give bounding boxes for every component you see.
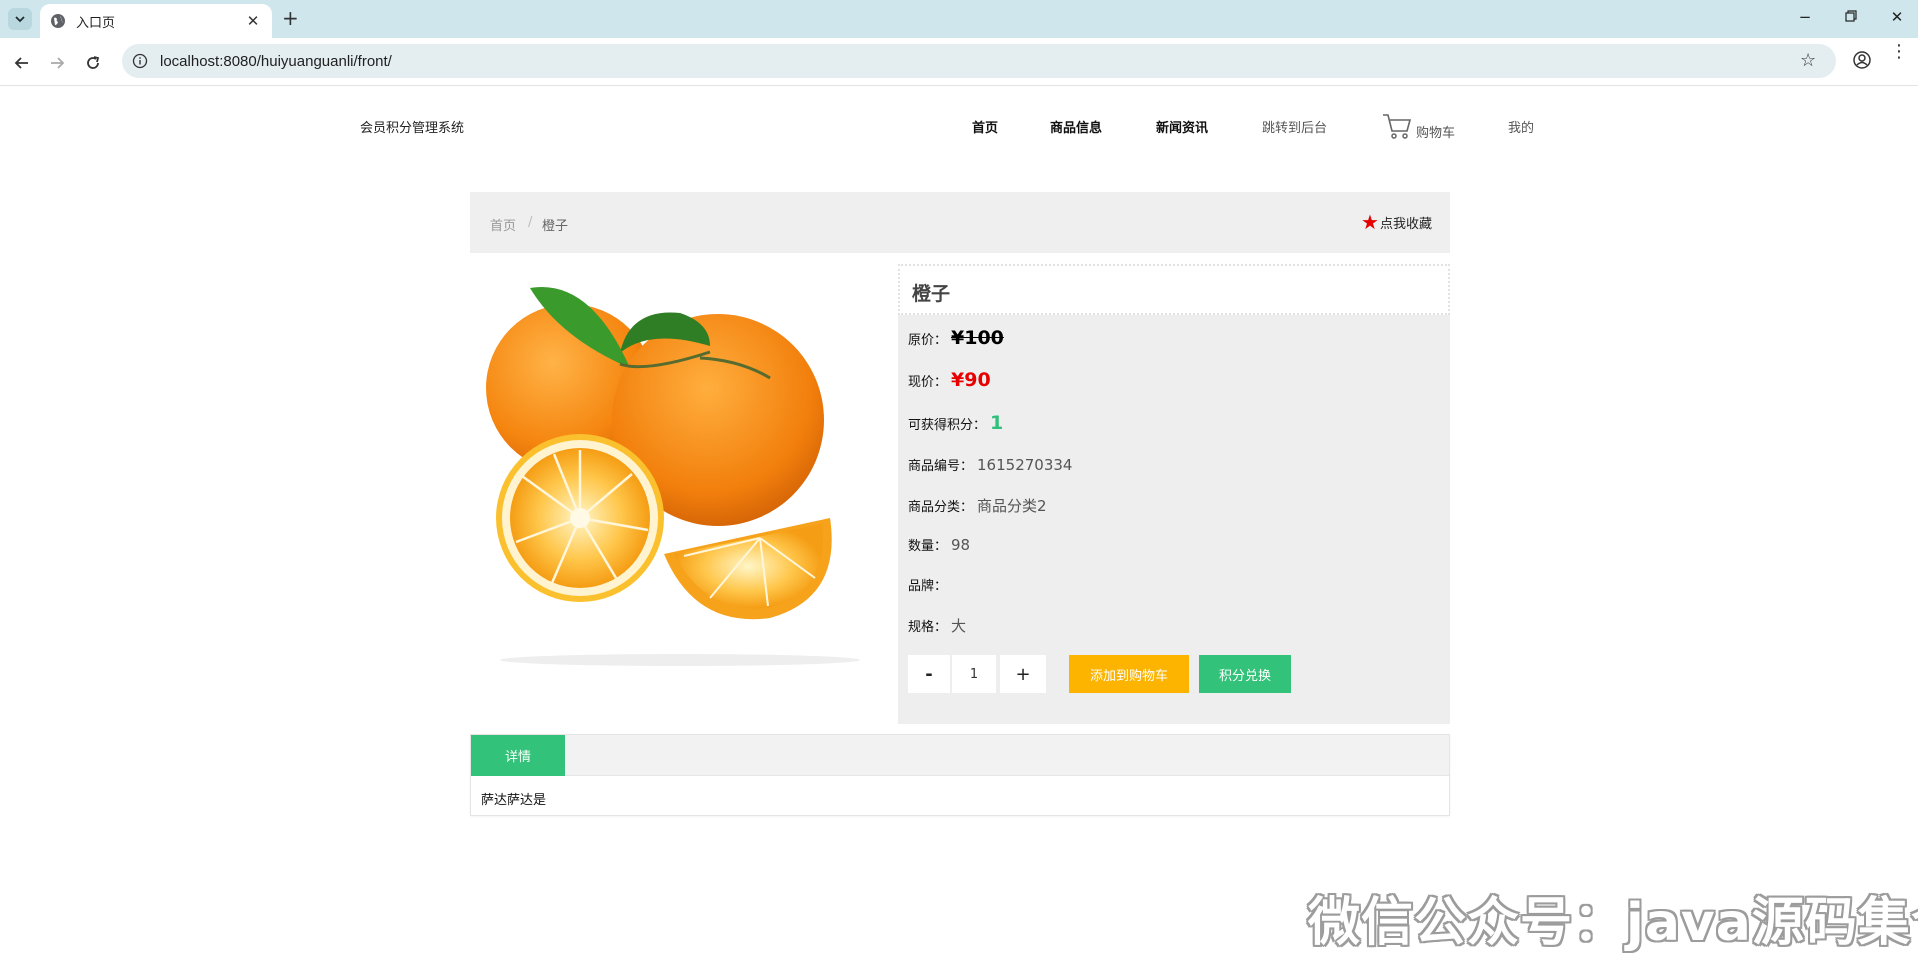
sku-value: 1615270334 [977,456,1073,474]
quantity-row: 数量： 98 [908,535,970,554]
back-arrow-icon[interactable] [11,52,33,74]
url-text: localhost:8080/huiyuanguanli/front/ [160,52,392,70]
nav-home[interactable]: 首页 [972,117,998,136]
breadcrumb-home[interactable]: 首页 [490,215,516,234]
chevron-down-icon [15,16,25,23]
nav-cart[interactable]: 购物车 [1416,122,1455,141]
favorite-label: 点我收藏 [1379,216,1432,232]
spec-label: 规格： [908,620,948,635]
minimize-icon[interactable]: − [1795,8,1815,26]
category-label: 商品分类： [908,500,974,515]
sku-row: 商品编号： 1615270334 [908,455,1072,474]
nav-admin[interactable]: 跳转到后台 [1262,117,1327,136]
product-info-panel: 原价： ¥100 现价： ¥90 可获得积分： 1 商品编号： 16152703… [898,315,1450,724]
quantity-increment-button[interactable]: + [1000,655,1046,693]
bookmark-star-icon[interactable]: ☆ [1800,50,1816,71]
add-to-cart-button[interactable]: 添加到购物车 [1069,655,1189,693]
brand-label: 品牌： [908,579,948,594]
tab-close-icon[interactable]: ✕ [244,12,262,30]
points-redeem-button[interactable]: 积分兑换 [1199,655,1291,693]
original-price-value: ¥100 [951,327,1004,349]
product-name: 橙子 [912,283,951,305]
favorite-button[interactable]: ★ 点我收藏 [1361,212,1432,232]
details-panel: 详情 萨达萨达是 [470,734,1450,816]
current-price-label: 现价： [908,375,948,390]
current-price-row: 现价： ¥90 [908,369,991,391]
nav-news[interactable]: 新闻资讯 [1156,117,1208,136]
details-tab-bar: 详情 [471,735,1449,776]
points-value: 1 [990,412,1004,434]
profile-icon[interactable] [1852,50,1872,70]
browser-menu-icon[interactable]: ⋮ [1890,43,1908,61]
tab-search-button[interactable] [8,8,32,30]
breadcrumb-current: 橙子 [542,219,569,234]
breadcrumb-separator: / [528,215,533,230]
tab-title: 入口页 [76,15,116,31]
tab-details[interactable]: 详情 [471,735,565,776]
quantity-label: 数量： [908,539,948,554]
points-row: 可获得积分： 1 [908,412,1003,434]
star-icon: ★ [1361,210,1379,234]
new-tab-icon[interactable]: + [282,8,299,28]
nav-products[interactable]: 商品信息 [1050,117,1102,136]
original-price-label: 原价： [908,333,948,348]
watermark-text: 微信公众号：java源码集合 [1308,893,1918,953]
cart-icon[interactable] [1382,112,1412,140]
product-name-box: 橙子 [898,264,1450,315]
sku-label: 商品编号： [908,459,974,474]
forward-arrow-icon[interactable] [46,52,68,74]
spec-row: 规格： 大 [908,615,966,636]
quantity-decrement-button[interactable]: - [908,655,950,693]
browser-tab-strip: 入口页 ✕ + − ✕ [0,0,1918,38]
site-info-icon[interactable] [132,53,148,69]
breadcrumb: 首页 / 橙子 ★ 点我收藏 [470,192,1450,253]
globe-icon [51,14,65,28]
reload-icon[interactable] [82,52,104,74]
nav-mine[interactable]: 我的 [1508,117,1534,136]
category-row: 商品分类： 商品分类2 [908,495,1047,516]
category-value: 商品分类2 [977,497,1047,515]
quantity-input[interactable] [952,655,996,693]
site-title: 会员积分管理系统 [360,121,465,136]
spec-value: 大 [951,617,967,635]
brand-row: 品牌： [908,575,951,594]
browser-tab-active[interactable]: 入口页 ✕ [40,4,272,38]
browser-toolbar: localhost:8080/huiyuanguanli/front/ ☆ ⋮ [0,38,1918,86]
quantity-value: 98 [951,536,971,554]
product-image [486,287,860,666]
address-bar[interactable]: localhost:8080/huiyuanguanli/front/ [122,44,1836,78]
current-price-value: ¥90 [951,369,991,391]
window-close-icon[interactable]: ✕ [1887,8,1907,26]
restore-icon[interactable] [1841,8,1861,26]
points-label: 可获得积分： [908,418,987,433]
details-content: 萨达萨达是 [481,793,547,808]
original-price-row: 原价： ¥100 [908,327,1004,349]
